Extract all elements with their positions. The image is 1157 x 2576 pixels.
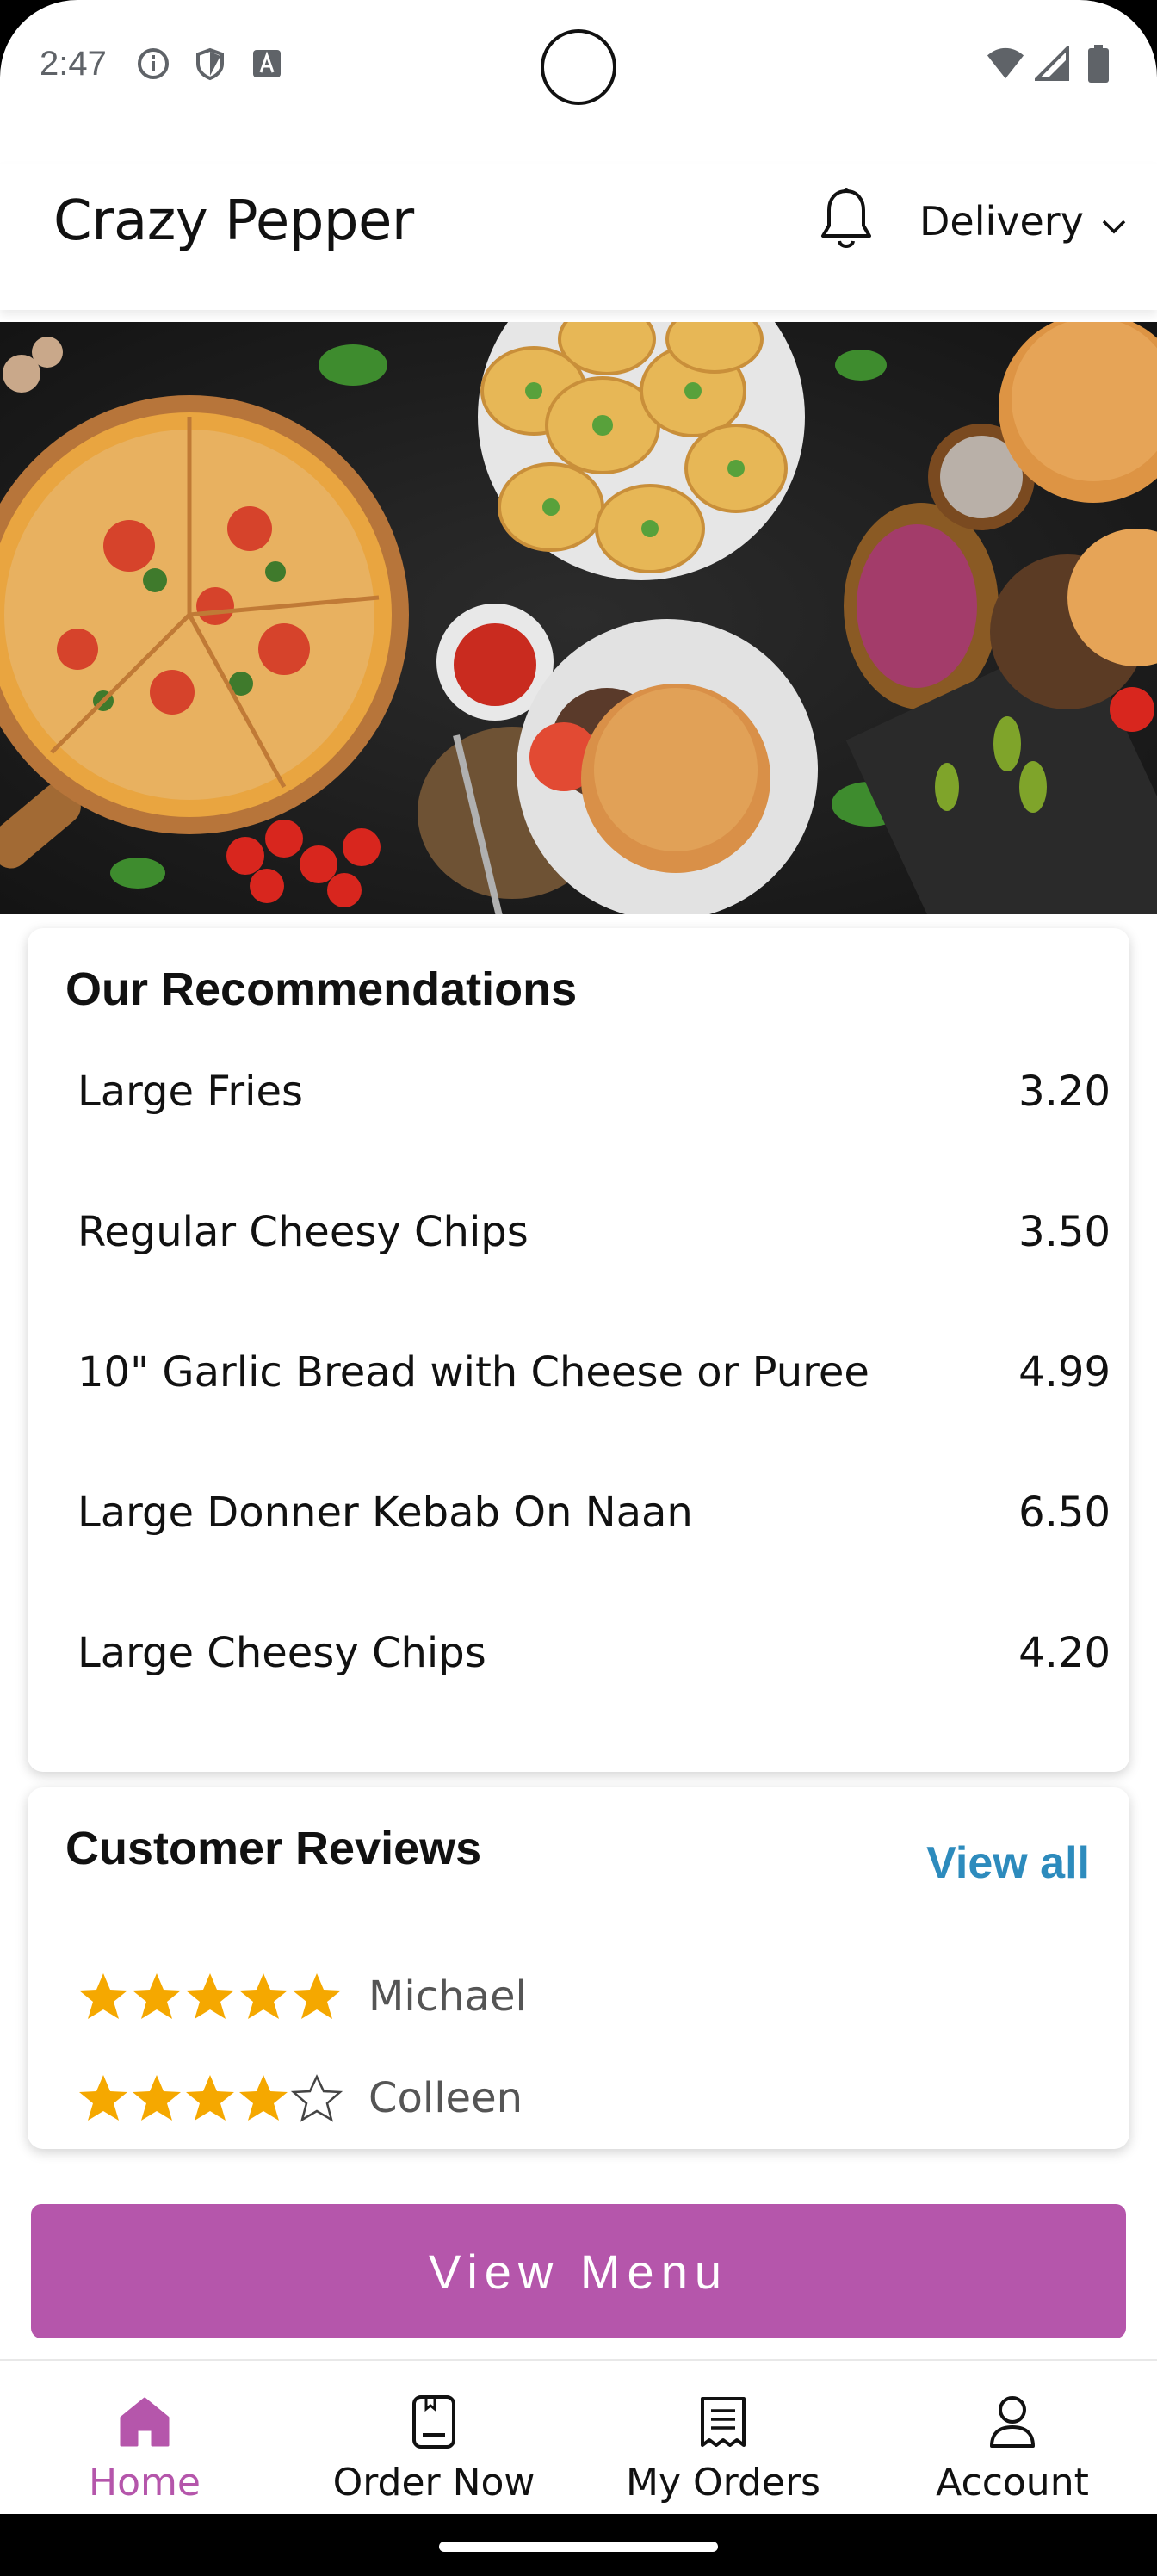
nav-label-my-orders: My Orders — [626, 2461, 820, 2505]
keyboard-a-icon — [248, 45, 286, 83]
review-row[interactable]: Colleen — [77, 2073, 523, 2123]
receipt-icon — [693, 2392, 753, 2452]
star-filled-icon — [79, 1973, 127, 2019]
nav-item-account[interactable]: Account — [868, 2361, 1157, 2514]
food-banner-image — [0, 322, 1157, 914]
delivery-mode-label: Delivery — [919, 198, 1084, 245]
chevron-down-icon — [1101, 198, 1127, 245]
nav-item-order-now[interactable]: Order Now — [289, 2361, 578, 2514]
nav-label-account: Account — [936, 2461, 1089, 2505]
home-icon — [114, 2392, 175, 2452]
star-filled-icon — [133, 2075, 181, 2121]
status-icons-right — [987, 45, 1117, 83]
recommendation-item[interactable]: Regular Cheesy Chips 3.50 — [77, 1208, 1111, 1348]
order-book-icon — [404, 2392, 464, 2452]
item-name: Regular Cheesy Chips — [77, 1208, 529, 1256]
rating-stars — [77, 2073, 343, 2123]
nav-item-home[interactable]: Home — [0, 2361, 289, 2514]
review-row[interactable]: Michael — [77, 1972, 527, 2022]
app-screen: 2:47 Crazy Pepper Delivery Our Recommend… — [0, 0, 1157, 2576]
item-name: Large Cheesy Chips — [77, 1629, 486, 1677]
item-price: 4.99 — [1018, 1348, 1111, 1396]
signal-icon — [1033, 45, 1071, 83]
app-title: Crazy Pepper — [53, 189, 414, 253]
nav-label-home: Home — [89, 2461, 201, 2505]
home-gesture-bar[interactable] — [439, 2542, 718, 2552]
recommendation-item[interactable]: Large Cheesy Chips 4.20 — [77, 1629, 1111, 1769]
status-icons-left — [134, 45, 286, 83]
recommendations-list: Large Fries 3.20 Regular Cheesy Chips 3.… — [77, 1068, 1111, 1769]
view-menu-button[interactable]: View Menu — [31, 2204, 1126, 2338]
battery-icon — [1080, 45, 1117, 83]
app-header: Crazy Pepper Delivery — [0, 164, 1157, 310]
reviews-title: Customer Reviews — [65, 1823, 482, 1874]
nav-item-my-orders[interactable]: My Orders — [578, 2361, 868, 2514]
star-filled-icon — [133, 1973, 181, 2019]
shield-icon — [191, 45, 229, 83]
rating-stars — [77, 1972, 343, 2022]
item-price: 3.50 — [1018, 1208, 1111, 1256]
reviews-card: Customer Reviews View all Michael Collee… — [28, 1787, 1129, 2149]
recommendations-card: Our Recommendations Large Fries 3.20 Reg… — [28, 928, 1129, 1772]
item-name: 10" Garlic Bread with Cheese or Puree — [77, 1348, 869, 1396]
info-icon — [134, 45, 172, 83]
recommendations-title: Our Recommendations — [65, 963, 578, 1015]
person-icon — [982, 2392, 1043, 2452]
star-filled-icon — [186, 2075, 234, 2121]
item-name: Large Fries — [77, 1068, 304, 1116]
recommendation-item[interactable]: Large Donner Kebab On Naan 6.50 — [77, 1489, 1111, 1629]
status-time: 2:47 — [40, 45, 107, 83]
wifi-icon — [987, 45, 1024, 83]
camera-cutout — [541, 29, 616, 105]
star-filled-icon — [293, 1973, 341, 2019]
item-price: 3.20 — [1018, 1068, 1111, 1116]
star-filled-icon — [239, 2075, 288, 2121]
star-filled-icon — [79, 2075, 127, 2121]
reviewer-name: Michael — [368, 1972, 527, 2021]
delivery-mode-dropdown[interactable]: Delivery — [919, 198, 1127, 245]
view-all-reviews-link[interactable]: View all — [926, 1837, 1090, 1889]
status-bar: 2:47 — [0, 0, 1157, 129]
item-price: 6.50 — [1018, 1489, 1111, 1537]
recommendation-item[interactable]: Large Fries 3.20 — [77, 1068, 1111, 1208]
star-empty-icon — [291, 2074, 343, 2122]
bell-icon[interactable] — [816, 186, 876, 255]
item-name: Large Donner Kebab On Naan — [77, 1489, 693, 1537]
reviewer-name: Colleen — [368, 2074, 523, 2122]
item-price: 4.20 — [1018, 1629, 1111, 1677]
star-filled-icon — [186, 1973, 234, 2019]
recommendation-item[interactable]: 10" Garlic Bread with Cheese or Puree 4.… — [77, 1348, 1111, 1489]
star-filled-icon — [239, 1973, 288, 2019]
bottom-navigation: Home Order Now My Orders Account — [0, 2359, 1157, 2514]
nav-label-order-now: Order Now — [332, 2461, 535, 2505]
